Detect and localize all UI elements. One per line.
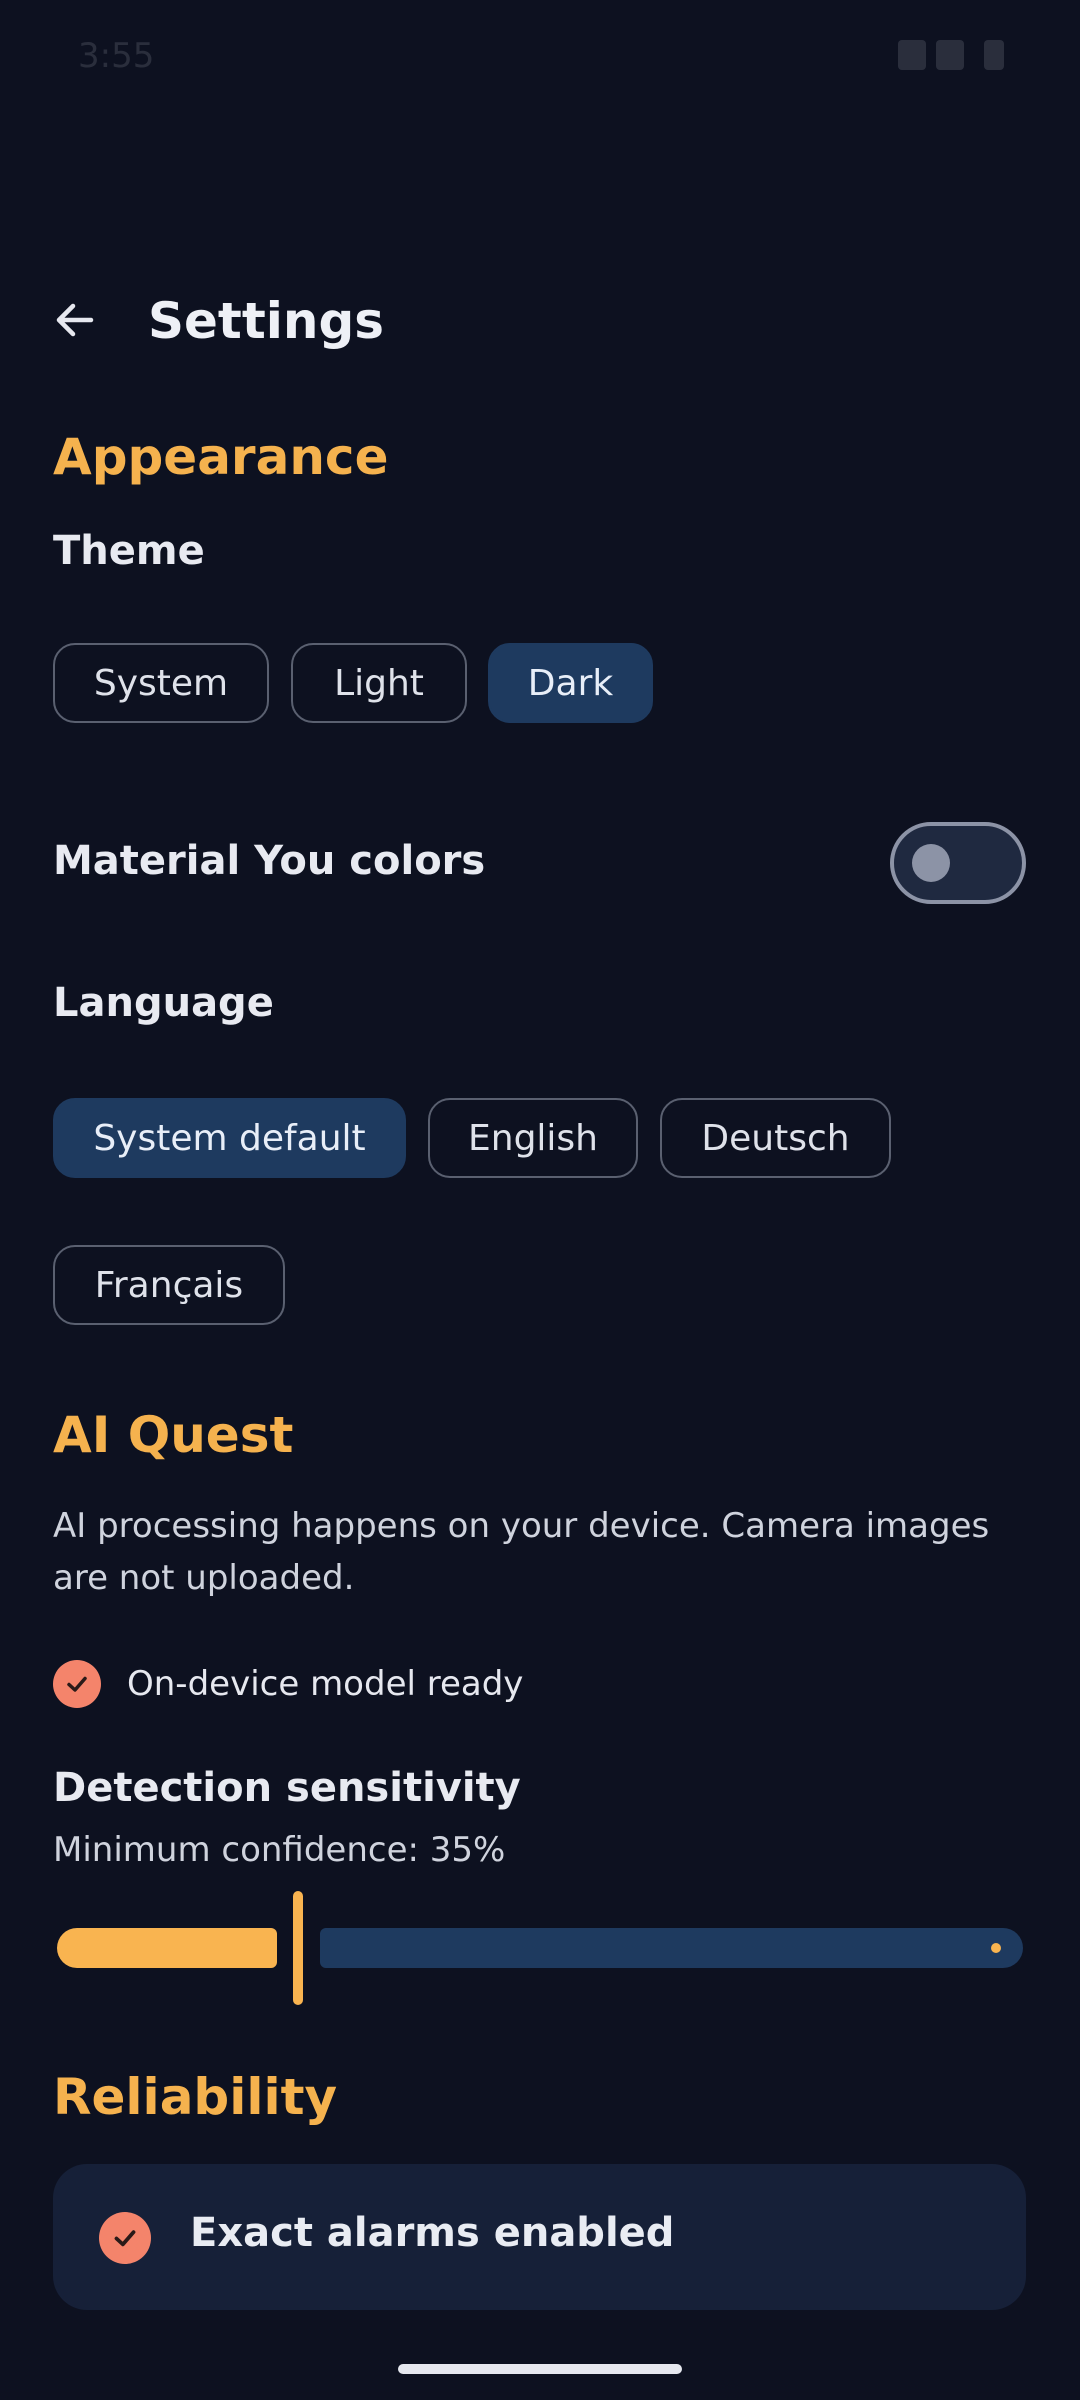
- model-status-row: On-device model ready: [53, 1654, 523, 1714]
- check-circle-icon: [99, 2212, 151, 2264]
- confidence-slider[interactable]: [53, 1888, 1023, 2008]
- reliability-section-title: Reliability: [53, 2068, 338, 2126]
- theme-label: Theme: [53, 528, 205, 574]
- theme-chip-light[interactable]: Light: [291, 643, 467, 723]
- material-you-label: Material You colors: [53, 838, 486, 884]
- home-indicator[interactable]: [398, 2364, 682, 2374]
- exact-alarms-card[interactable]: Exact alarms enabled: [53, 2164, 1026, 2310]
- slider-inactive-track: [320, 1928, 1023, 1968]
- battery-icon: [984, 40, 1004, 70]
- page-title: Settings: [148, 292, 385, 350]
- arrow-left-icon: [56, 303, 94, 337]
- slider-stop-indicator: [991, 1943, 1001, 1953]
- toggle-knob: [912, 844, 950, 882]
- confidence-text: Minimum confidence: 35%: [53, 1830, 506, 1870]
- top-app-bar: Settings: [0, 270, 1080, 370]
- sensitivity-label: Detection sensitivity: [53, 1765, 521, 1811]
- language-label: Language: [53, 980, 274, 1026]
- material-you-toggle[interactable]: [890, 822, 1026, 904]
- appearance-section-title: Appearance: [53, 428, 389, 486]
- status-time: 3:55: [78, 36, 155, 76]
- slider-active-track: [57, 1928, 277, 1968]
- check-circle-icon: [53, 1660, 101, 1708]
- language-chip-system-default[interactable]: System default: [53, 1098, 406, 1178]
- wifi-icon: [898, 40, 926, 70]
- theme-chip-dark[interactable]: Dark: [488, 643, 653, 723]
- theme-chip-system[interactable]: System: [53, 643, 269, 723]
- signal-icon: [936, 40, 964, 70]
- language-chip-english[interactable]: English: [428, 1098, 638, 1178]
- language-chip-deutsch[interactable]: Deutsch: [660, 1098, 891, 1178]
- ai-privacy-description: AI processing happens on your device. Ca…: [53, 1506, 990, 1598]
- language-chip-francais[interactable]: Français: [53, 1245, 285, 1325]
- slider-thumb[interactable]: [293, 1891, 303, 2005]
- model-status-text: On-device model ready: [127, 1664, 524, 1704]
- ai-quest-section-title: AI Quest: [53, 1406, 294, 1464]
- exact-alarms-text: Exact alarms enabled: [190, 2210, 675, 2256]
- status-bar: 3:55: [0, 0, 1080, 120]
- back-button[interactable]: [40, 290, 110, 350]
